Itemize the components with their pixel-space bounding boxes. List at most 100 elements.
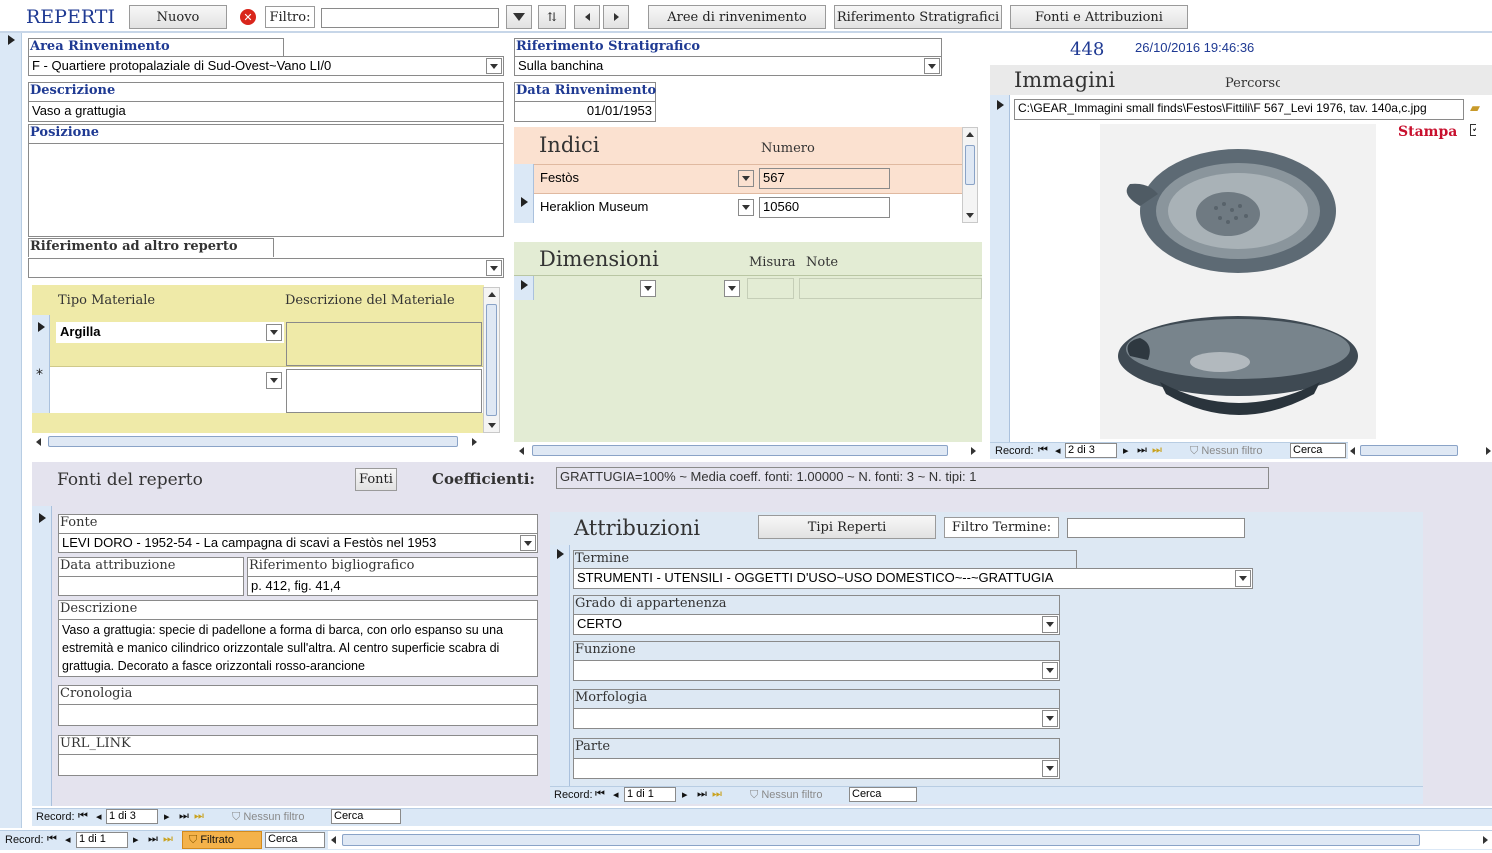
prev-record-icon[interactable]: ◂ <box>613 788 619 801</box>
new-record-icon[interactable]: ⏭ <box>194 810 204 823</box>
fonte-combo[interactable]: LEVI DORO - 1952-54 - La campagna di sca… <box>58 533 538 553</box>
scroll-right-icon[interactable] <box>971 447 976 455</box>
chevron-down-icon[interactable] <box>520 535 536 551</box>
chevron-down-icon[interactable] <box>1042 710 1058 727</box>
immagini-search-field[interactable]: Cerca <box>1290 443 1346 458</box>
riferimento-stratigrafici-button[interactable]: Riferimento Stratigrafici <box>834 5 1002 29</box>
chevron-down-icon[interactable] <box>486 260 502 276</box>
descrizione-materiale-field[interactable] <box>286 322 482 366</box>
morfologia-combo[interactable] <box>573 708 1060 729</box>
main-filter-toggle[interactable]: ⛉ Filtrato <box>182 831 262 849</box>
last-record-icon[interactable]: ⏭ <box>1137 444 1147 457</box>
chevron-down-icon[interactable] <box>1235 570 1251 587</box>
prev-record-icon[interactable]: ◂ <box>96 810 102 823</box>
scroll-left-icon[interactable] <box>331 836 336 844</box>
open-folder-icon[interactable]: ▰ <box>1470 101 1488 117</box>
attribuzioni-record-position[interactable]: 1 di 1 <box>624 787 676 802</box>
posizione-field[interactable] <box>28 143 504 237</box>
scroll-left-icon[interactable] <box>519 447 524 455</box>
main-hscroll-thumb[interactable] <box>342 834 1420 846</box>
delete-icon[interactable]: ✕ <box>240 9 256 25</box>
dimensioni-hscroll-thumb[interactable] <box>532 445 948 456</box>
url-link-field[interactable] <box>58 754 538 776</box>
immagini-filter-status[interactable]: ⛉ Nessun filtro <box>1190 445 1262 458</box>
descrizione-materiale-new-field[interactable] <box>286 369 482 413</box>
fonti-search-field[interactable]: Cerca <box>331 809 401 824</box>
next-record-button[interactable] <box>603 5 629 29</box>
misura-field[interactable] <box>747 278 794 299</box>
tipo-materiale-combo[interactable]: Argilla <box>56 322 284 343</box>
dimensione-tipo-combo[interactable] <box>538 278 658 299</box>
first-record-icon[interactable]: ⏮ <box>1038 444 1048 457</box>
indici-vscroll-thumb[interactable] <box>965 145 975 185</box>
fonti-button[interactable]: Fonti <box>355 468 397 491</box>
indice-nome-combo-1[interactable]: Festòs <box>536 168 756 189</box>
first-record-icon[interactable]: ⏮ <box>78 810 88 823</box>
prev-record-icon[interactable]: ◂ <box>1055 444 1061 457</box>
dimensione-unita-combo[interactable] <box>664 278 742 299</box>
parte-combo[interactable] <box>573 758 1060 779</box>
cronologia-field[interactable] <box>58 704 538 726</box>
dimensioni-hscroll[interactable] <box>514 442 982 459</box>
first-record-icon[interactable]: ⏮ <box>595 788 605 801</box>
new-record-button[interactable]: Nuovo <box>129 5 227 29</box>
filter-input[interactable] <box>321 8 499 28</box>
tipi-reperti-button[interactable]: Tipi Reperti <box>758 515 936 539</box>
scroll-down-icon[interactable] <box>488 423 496 428</box>
scroll-up-icon[interactable] <box>488 292 496 297</box>
chevron-down-icon[interactable] <box>1042 760 1058 777</box>
immagini-hscroll[interactable] <box>1348 442 1492 459</box>
indice-numero-field-2[interactable]: 10560 <box>759 197 890 218</box>
new-record-icon[interactable]: ⏭ <box>1152 444 1162 457</box>
data-attribuzione-field[interactable] <box>58 576 244 596</box>
fonti-filter-status[interactable]: ⛉ Nessun filtro <box>232 811 304 824</box>
riferimento-bibliografico-field[interactable]: p. 412, fig. 41,4 <box>247 576 538 596</box>
image-path-field[interactable]: C:\GEAR_Immagini small finds\Festos\Fitt… <box>1014 99 1464 120</box>
main-search-field[interactable]: Cerca <box>265 832 325 848</box>
scroll-right-icon[interactable] <box>1483 836 1488 844</box>
chevron-down-icon[interactable] <box>738 170 754 187</box>
next-record-icon[interactable]: ▸ <box>682 788 688 801</box>
chevron-down-icon[interactable] <box>266 324 282 341</box>
sort-button[interactable]: ⇅ <box>538 5 566 29</box>
last-record-icon[interactable]: ⏭ <box>179 810 189 823</box>
attribuzioni-filter-status[interactable]: ⛉ Nessun filtro <box>750 789 822 802</box>
indice-numero-field-1[interactable]: 567 <box>759 168 890 189</box>
next-record-icon[interactable]: ▸ <box>1123 444 1129 457</box>
chevron-down-icon[interactable] <box>724 280 740 297</box>
last-record-icon[interactable]: ⏭ <box>148 833 158 846</box>
area-rinvenimento-combo[interactable]: F - Quartiere protopalaziale di Sud-Oves… <box>28 56 504 76</box>
indici-vscroll[interactable] <box>962 127 978 223</box>
fonti-record-position[interactable]: 1 di 3 <box>106 809 158 824</box>
aree-rinvenimento-button[interactable]: Aree di rinvenimento <box>648 5 826 29</box>
chevron-down-icon[interactable] <box>738 199 754 216</box>
materiali-vscroll-thumb[interactable] <box>486 304 497 416</box>
indice-nome-combo-2[interactable]: Heraklion Museum <box>536 197 756 218</box>
materiali-vscroll[interactable] <box>483 287 500 433</box>
fonte-descrizione-field[interactable]: Vaso a grattugia: specie di padellone a … <box>58 619 538 677</box>
new-record-icon[interactable]: ⏭ <box>712 788 722 801</box>
materiali-hscroll-thumb[interactable] <box>48 436 458 447</box>
main-hscroll[interactable] <box>328 831 1492 849</box>
scroll-down-icon[interactable] <box>966 213 974 218</box>
scroll-left-icon[interactable] <box>36 438 41 446</box>
filtro-termine-input[interactable] <box>1067 518 1245 538</box>
prev-record-button[interactable] <box>574 5 600 29</box>
chevron-down-icon[interactable] <box>640 280 656 297</box>
tipo-materiale-new-combo[interactable] <box>56 370 284 391</box>
scroll-right-icon[interactable] <box>472 438 477 446</box>
immagini-vscroll[interactable] <box>1476 124 1490 442</box>
funzione-combo[interactable] <box>573 660 1060 681</box>
chevron-down-icon[interactable] <box>1042 616 1058 633</box>
chevron-down-icon[interactable] <box>266 372 282 389</box>
new-record-icon[interactable]: ⏭ <box>163 833 173 846</box>
immagini-hscroll-thumb[interactable] <box>1360 445 1458 456</box>
riferimento-altro-reperto-combo[interactable] <box>28 258 504 278</box>
attribuzioni-search-field[interactable]: Cerca <box>849 787 917 802</box>
scroll-right-icon[interactable] <box>1486 447 1491 455</box>
termine-combo[interactable]: STRUMENTI - UTENSILI - OGGETTI D'USO~USO… <box>573 568 1253 589</box>
materiali-hscroll[interactable] <box>32 433 484 450</box>
riferimento-stratigrafico-combo[interactable]: Sulla banchina <box>514 56 942 76</box>
scroll-up-icon[interactable] <box>966 132 974 137</box>
apply-filter-button[interactable] <box>506 5 532 29</box>
